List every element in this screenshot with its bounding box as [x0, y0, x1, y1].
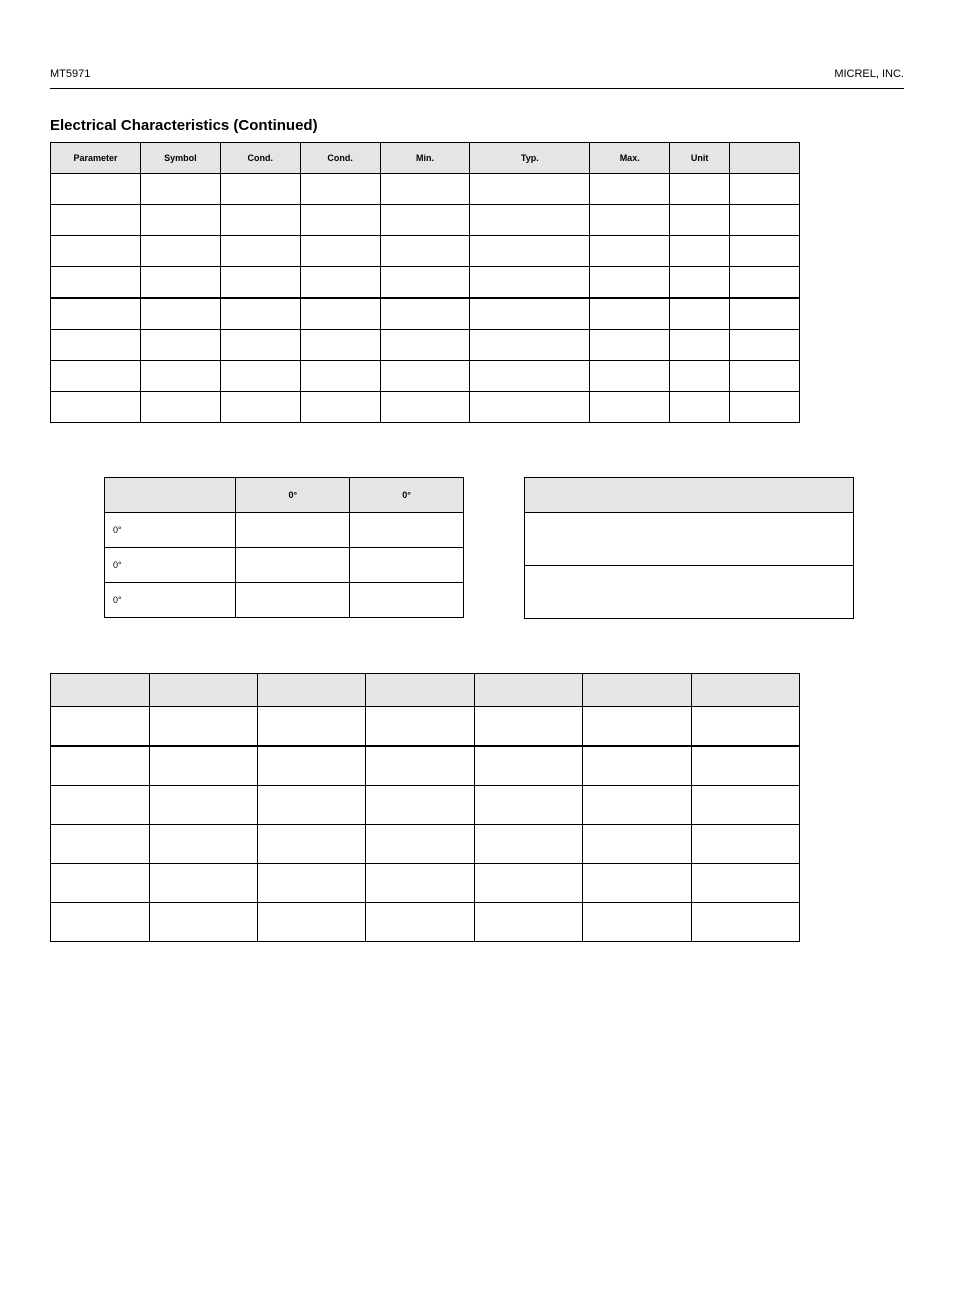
th: Max. [590, 143, 670, 174]
table-row [51, 174, 800, 205]
th: Cond. [300, 143, 380, 174]
table-row [51, 298, 800, 330]
temperature-table: 0° 0° 0° 0° 0° [104, 477, 464, 618]
page-title: Electrical Characteristics (Continued) [50, 117, 904, 134]
table-row: 0° [105, 548, 464, 583]
secondary-table [50, 673, 800, 942]
th [691, 674, 799, 707]
th: Typ. [470, 143, 590, 174]
th: 0° [236, 478, 350, 513]
header-left: MT5971 [50, 68, 90, 80]
table-row [51, 392, 800, 423]
table-header-row: Parameter Symbol Cond. Cond. Min. Typ. M… [51, 143, 800, 174]
th [730, 143, 800, 174]
header-rule [50, 88, 904, 89]
th [525, 478, 854, 513]
th [51, 674, 150, 707]
table-header-row [525, 478, 854, 513]
table-row [51, 361, 800, 392]
table-header-row [51, 674, 800, 707]
table-row [51, 330, 800, 361]
th [474, 674, 582, 707]
table-row [525, 513, 854, 566]
th: Unit [670, 143, 730, 174]
table-row [51, 825, 800, 864]
table-row [51, 864, 800, 903]
table-row [51, 236, 800, 267]
table-row [51, 267, 800, 299]
th: Parameter [51, 143, 141, 174]
header-right: MICREL, INC. [834, 68, 904, 80]
th: Symbol [140, 143, 220, 174]
table-row: 0° [105, 513, 464, 548]
table-header-row: 0° 0° [105, 478, 464, 513]
page-header: MT5971 MICREL, INC. [50, 68, 904, 89]
table-row [51, 707, 800, 747]
th: Cond. [220, 143, 300, 174]
note-table [524, 477, 854, 619]
th: Min. [380, 143, 470, 174]
table-row [525, 566, 854, 619]
electrical-characteristics-table: Parameter Symbol Cond. Cond. Min. Typ. M… [50, 142, 800, 423]
table-row [51, 786, 800, 825]
table-row [51, 903, 800, 942]
table-row [51, 205, 800, 236]
th [105, 478, 236, 513]
th: 0° [350, 478, 464, 513]
table-row: 0° [105, 583, 464, 618]
th [366, 674, 474, 707]
th [149, 674, 257, 707]
th [583, 674, 691, 707]
table-row [51, 746, 800, 786]
th [257, 674, 365, 707]
